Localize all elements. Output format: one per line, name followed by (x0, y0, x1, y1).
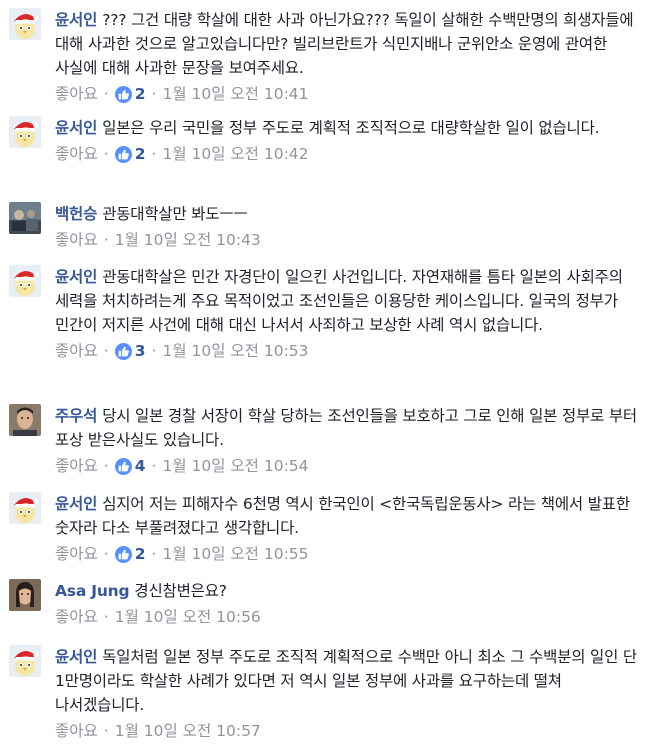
profile-photo-icon (9, 202, 41, 234)
comment-actions: 좋아요 · 2 · 1월 10일 오전 10:42 (55, 142, 645, 166)
thumbs-up-icon (114, 85, 132, 103)
avatar[interactable] (9, 202, 41, 234)
reaction-count[interactable]: 4 (114, 454, 146, 478)
comment-text: 윤서인 심지어 저는 피해자수 6천명 역시 한국인이 <한국독립운동사> 라는 … (55, 492, 645, 540)
comment-author[interactable]: 윤서인 (55, 268, 97, 286)
comment-author[interactable]: 윤서인 (55, 119, 97, 137)
thumbs-up-icon (114, 342, 132, 360)
separator-dot: · (103, 231, 109, 249)
separator-dot: · (103, 85, 109, 103)
comment-timestamp[interactable]: 1월 10일 오전 10:56 (115, 605, 261, 629)
comment-timestamp[interactable]: 1월 10일 오전 10:43 (115, 228, 261, 252)
comment-author[interactable]: 윤서인 (55, 11, 97, 29)
comment-author[interactable]: 윤서인 (55, 495, 97, 513)
avatar[interactable] (9, 645, 41, 677)
like-link[interactable]: 좋아요 (55, 605, 98, 629)
comment-message: ??? 그건 대량 학살에 대한 사과 아닌가요??? 독일이 살해한 수백만명… (55, 11, 634, 77)
comment-text: 윤서인??? 그건 대량 학살에 대한 사과 아닌가요??? 독일이 살해한 수… (55, 8, 645, 80)
like-link[interactable]: 좋아요 (55, 454, 98, 478)
avatar[interactable] (9, 265, 41, 297)
comment-actions: 좋아요 · 1월 10일 오전 10:57 (55, 719, 645, 743)
comment-message: 독일처럼 일본 정부 주도로 조직적 계획적으로 수백만 아니 최소 그 수백분… (55, 648, 637, 714)
thumbs-up-icon (114, 457, 132, 475)
comment-thread: 윤서인??? 그건 대량 학살에 대한 사과 아닌가요??? 독일이 살해한 수… (0, 0, 653, 752)
comment-actions: 좋아요 · 4 · 1월 10일 오전 10:54 (55, 454, 645, 478)
reaction-number: 4 (134, 457, 146, 475)
separator-dot: · (103, 722, 109, 740)
separator-dot: · (151, 457, 157, 475)
like-link[interactable]: 좋아요 (55, 542, 98, 566)
comment-actions: 좋아요 · 2 · 1월 10일 오전 10:41 (55, 82, 645, 106)
like-link[interactable]: 좋아요 (55, 339, 98, 363)
comment-message: 당시 일본 경찰 서장이 학살 당하는 조선인들을 보호하고 그로 인해 일본 … (55, 407, 637, 449)
reaction-number: 3 (134, 342, 146, 360)
avatar[interactable] (9, 579, 41, 611)
separator-dot: · (103, 145, 109, 163)
separator-dot: · (103, 342, 109, 360)
comment-text: 윤서인 일본은 우리 국민을 정부 주도로 계획적 조직적으로 대량학살한 일이 … (55, 116, 645, 140)
comment-author[interactable]: Asa Jung (55, 582, 130, 600)
separator-dot: · (103, 457, 109, 475)
santa-chick-avatar-icon (9, 645, 41, 677)
comment-message: 관동대학살만 봐도ㅡㅡ (102, 205, 248, 223)
reaction-number: 2 (134, 85, 146, 103)
avatar[interactable] (9, 404, 41, 436)
santa-chick-avatar-icon (9, 265, 41, 297)
reaction-count[interactable]: 3 (114, 339, 146, 363)
comment-actions: 좋아요 · 1월 10일 오전 10:43 (55, 228, 645, 252)
separator-dot: · (151, 342, 157, 360)
comment-timestamp[interactable]: 1월 10일 오전 10:55 (162, 542, 308, 566)
comment-actions: 좋아요 · 2 · 1월 10일 오전 10:55 (55, 542, 645, 566)
thumbs-up-icon (114, 545, 132, 563)
separator-dot: · (103, 608, 109, 626)
separator-dot: · (151, 85, 157, 103)
comment-text: 백헌승 관동대학살만 봐도ㅡㅡ (55, 202, 645, 226)
like-link[interactable]: 좋아요 (55, 142, 98, 166)
comment-timestamp[interactable]: 1월 10일 오전 10:42 (162, 142, 308, 166)
comment-timestamp[interactable]: 1월 10일 오전 10:54 (162, 454, 308, 478)
comment-text: Asa Jung 경신참변은요? (55, 579, 645, 603)
avatar[interactable] (9, 8, 41, 40)
comment-message: 경신참변은요? (134, 582, 227, 600)
comment-author[interactable]: 주우석 (55, 407, 97, 425)
comment-author[interactable]: 백헌승 (55, 205, 97, 223)
profile-photo-icon (9, 404, 41, 436)
comment-message: 관동대학살은 민간 자경단이 일으킨 사건입니다. 자연재해를 틈타 일본의 사… (55, 268, 623, 334)
comment-text: 윤서인 독일처럼 일본 정부 주도로 조직적 계획적으로 수백만 아니 최소 그 … (55, 645, 645, 717)
comment-timestamp[interactable]: 1월 10일 오전 10:57 (115, 719, 261, 743)
comment-text: 주우석 당시 일본 경찰 서장이 학살 당하는 조선인들을 보호하고 그로 인해 … (55, 404, 645, 452)
comment-text: 윤서인 관동대학살은 민간 자경단이 일으킨 사건입니다. 자연재해를 틈타 일본… (55, 265, 645, 337)
comment-author[interactable]: 윤서인 (55, 648, 97, 666)
santa-chick-avatar-icon (9, 8, 41, 40)
comment-actions: 좋아요 · 1월 10일 오전 10:56 (55, 605, 645, 629)
reaction-number: 2 (134, 545, 146, 563)
thumbs-up-icon (114, 145, 132, 163)
reaction-count[interactable]: 2 (114, 542, 146, 566)
separator-dot: · (151, 145, 157, 163)
avatar[interactable] (9, 116, 41, 148)
reaction-number: 2 (134, 145, 146, 163)
like-link[interactable]: 좋아요 (55, 719, 98, 743)
profile-photo-icon (9, 579, 41, 611)
comment-message: 심지어 저는 피해자수 6천명 역시 한국인이 <한국독립운동사> 라는 책에서… (55, 495, 630, 537)
reaction-count[interactable]: 2 (114, 142, 146, 166)
santa-chick-avatar-icon (9, 492, 41, 524)
avatar[interactable] (9, 492, 41, 524)
reaction-count[interactable]: 2 (114, 82, 146, 106)
like-link[interactable]: 좋아요 (55, 228, 98, 252)
comment-message: 일본은 우리 국민을 정부 주도로 계획적 조직적으로 대량학살한 일이 없습니… (102, 119, 600, 137)
like-link[interactable]: 좋아요 (55, 82, 98, 106)
comment-timestamp[interactable]: 1월 10일 오전 10:41 (162, 82, 308, 106)
separator-dot: · (151, 545, 157, 563)
comment-timestamp[interactable]: 1월 10일 오전 10:53 (162, 339, 308, 363)
santa-chick-avatar-icon (9, 116, 41, 148)
separator-dot: · (103, 545, 109, 563)
comment-actions: 좋아요 · 3 · 1월 10일 오전 10:53 (55, 339, 645, 363)
